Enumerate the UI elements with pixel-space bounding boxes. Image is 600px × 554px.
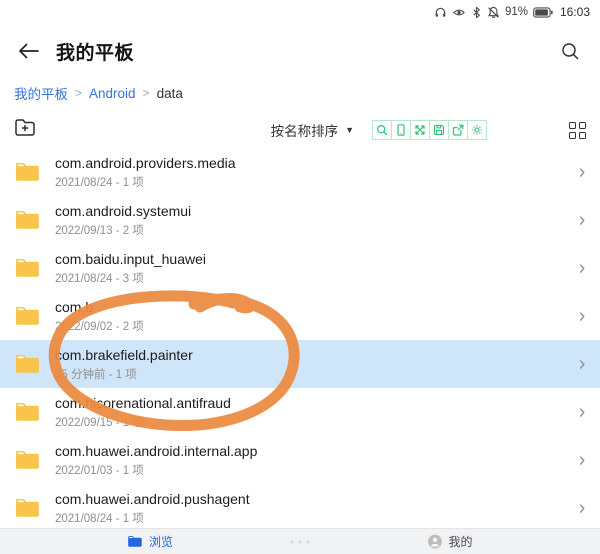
folder-icon — [14, 305, 41, 327]
folder-meta: 2021/08/24 - 3 项 — [55, 270, 206, 286]
list-item[interactable]: com.android.providers.media 2021/08/24 -… — [0, 148, 600, 196]
new-folder-button[interactable] — [14, 118, 38, 143]
folder-name: com.hicorenational.antifraud — [55, 395, 231, 411]
search-icon — [561, 42, 580, 61]
breadcrumb-separator: > — [136, 86, 157, 100]
folder-icon — [14, 401, 41, 423]
sort-dropdown[interactable]: 按名称排序 ▼ — [271, 120, 354, 140]
browse-folder-icon — [127, 535, 143, 548]
folder-icon — [14, 257, 41, 279]
chevron-right-icon: › — [578, 497, 586, 519]
page-title: 我的平板 — [56, 38, 134, 65]
list-item[interactable]: com.brakefield.painter 35 分钟前 - 1 项 › — [0, 340, 600, 388]
list-item[interactable]: com.huawei.android.pushagent 2021/08/24 … — [0, 484, 600, 528]
bluetooth-icon — [471, 6, 482, 19]
battery-percent: 91% — [505, 6, 528, 18]
folder-icon — [14, 353, 41, 375]
folder-meta: 2022/09/02 - 2 项 — [55, 318, 144, 334]
folder-meta: 35 分钟前 - 1 项 — [55, 366, 193, 382]
home-indicator-dots — [291, 540, 310, 543]
breadcrumb-android[interactable]: Android — [89, 86, 136, 101]
file-manager-screen: 91% 16:03 我的平板 我的平板 > Android > data — [0, 0, 600, 554]
grid-view-toggle[interactable] — [569, 122, 586, 139]
tab-mine[interactable]: 我的 — [427, 529, 472, 554]
chevron-right-icon: › — [578, 449, 586, 471]
battery-icon — [533, 7, 553, 18]
magnifier-icon[interactable] — [372, 120, 392, 140]
chevron-right-icon: › — [578, 257, 586, 279]
chevron-right-icon: › — [578, 353, 586, 375]
save-icon[interactable] — [429, 120, 449, 140]
folder-meta: 2021/08/24 - 1 项 — [55, 174, 236, 190]
file-list: com.android.providers.media 2021/08/24 -… — [0, 148, 600, 528]
list-item[interactable]: com.b 2022/09/02 - 2 项 › — [0, 292, 600, 340]
folder-name: com.android.providers.media — [55, 155, 236, 171]
folder-name: com.huawei.android.pushagent — [55, 491, 250, 507]
folder-meta: 2022/09/15 - 1 项 — [55, 414, 231, 430]
list-item[interactable]: com.android.systemui 2022/09/13 - 2 项 › — [0, 196, 600, 244]
back-arrow-icon — [18, 43, 40, 59]
settings-gear-icon[interactable] — [467, 120, 487, 140]
chevron-right-icon: › — [578, 305, 586, 327]
folder-name: com.brakefield.painter — [55, 347, 193, 363]
list-item[interactable]: com.baidu.input_huawei 2021/08/24 - 3 项 … — [0, 244, 600, 292]
clock: 16:03 — [560, 5, 590, 19]
capture-toolbar — [372, 120, 487, 140]
sort-caret-icon: ▼ — [345, 125, 354, 135]
resize-arrows-icon[interactable] — [410, 120, 430, 140]
folder-name: com.huawei.android.internal.app — [55, 443, 257, 459]
chevron-right-icon: › — [578, 209, 586, 231]
grid-view-icon — [569, 122, 576, 129]
chevron-right-icon: › — [578, 161, 586, 183]
breadcrumb-data: data — [157, 86, 183, 101]
back-button[interactable] — [16, 38, 42, 64]
folder-icon — [14, 209, 41, 231]
folder-name: com.baidu.input_huawei — [55, 251, 206, 267]
search-button[interactable] — [556, 37, 584, 65]
headset-icon — [434, 6, 447, 19]
bottom-tab-bar: 浏览 我的 — [0, 528, 600, 554]
folder-icon — [14, 497, 41, 519]
new-folder-icon — [14, 118, 38, 138]
eye-comfort-icon — [452, 6, 466, 19]
status-bar: 91% 16:03 — [0, 0, 600, 24]
breadcrumb-root[interactable]: 我的平板 — [14, 83, 68, 103]
folder-name: com.android.systemui — [55, 203, 191, 219]
breadcrumb: 我的平板 > Android > data — [0, 82, 600, 104]
folder-icon — [14, 449, 41, 471]
share-icon[interactable] — [448, 120, 468, 140]
tab-browse-label: 浏览 — [149, 533, 173, 550]
folder-meta: 2022/01/03 - 1 项 — [55, 462, 257, 478]
phone-capture-icon[interactable] — [391, 120, 411, 140]
tab-browse[interactable]: 浏览 — [127, 529, 173, 554]
folder-name: com.b — [55, 299, 144, 315]
list-toolbar: 按名称排序 ▼ — [0, 114, 600, 146]
header: 我的平板 — [0, 28, 600, 74]
folder-icon — [14, 161, 41, 183]
list-item[interactable]: com.hicorenational.antifraud 2022/09/15 … — [0, 388, 600, 436]
sort-label: 按名称排序 — [271, 120, 339, 140]
mute-icon — [487, 6, 500, 19]
folder-meta: 2022/09/13 - 2 项 — [55, 222, 191, 238]
folder-meta: 2021/08/24 - 1 项 — [55, 510, 250, 526]
tab-mine-label: 我的 — [448, 533, 472, 550]
list-item[interactable]: com.huawei.android.internal.app 2022/01/… — [0, 436, 600, 484]
chevron-right-icon: › — [578, 401, 586, 423]
breadcrumb-separator: > — [68, 86, 89, 100]
profile-icon — [427, 534, 442, 549]
